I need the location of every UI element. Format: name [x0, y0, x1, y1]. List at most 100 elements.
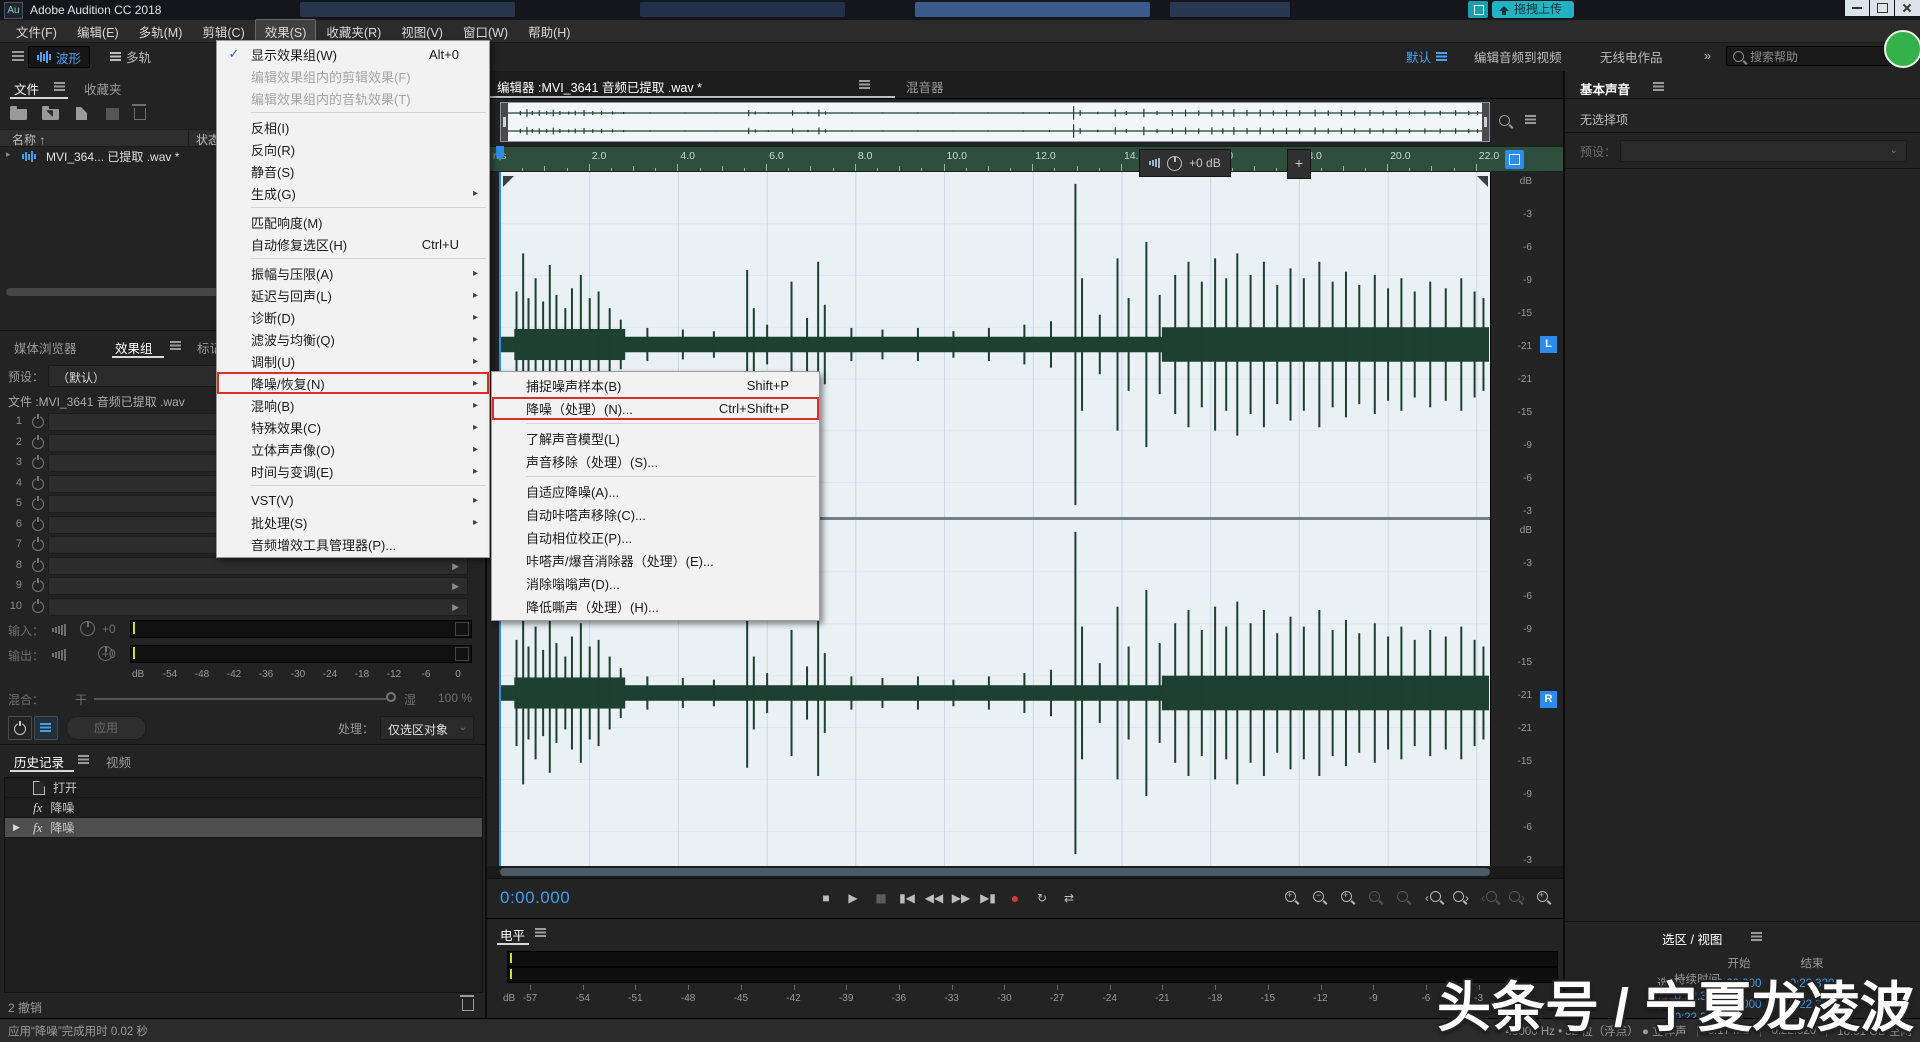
basic-sound-menu-icon[interactable] [1653, 82, 1664, 91]
timeline-ruler[interactable]: ms 2.04.06.08.010.012.014.016.018.020.02… [487, 146, 1563, 172]
workspace-edit-av-button[interactable]: 编辑音频到视频 [1466, 46, 1570, 66]
slot-menu-arrow-icon[interactable]: ▶ [452, 581, 459, 592]
files-panel-menu-icon[interactable] [54, 82, 65, 91]
menu-item[interactable]: 反向(R) [217, 138, 489, 160]
menu-item[interactable]: 静音(S) [217, 160, 489, 182]
rack-slot[interactable]: 9▶ [0, 576, 470, 596]
column-name[interactable]: 名称 ↑ [12, 131, 45, 148]
tab-selection-view[interactable]: 选区 / 视图 [1662, 929, 1722, 948]
skip-selection-button[interactable]: ⇄ [1057, 887, 1081, 909]
drag-upload-button[interactable]: 拖拽上传 [1492, 1, 1574, 18]
workspace-radio-button[interactable]: 无线电作品 [1592, 46, 1671, 66]
record-button[interactable]: ● [1003, 887, 1027, 909]
history-entry[interactable]: ▶fx降噪 [5, 818, 482, 838]
zoom-in-left-edge-icon[interactable]: ‹ [1425, 891, 1441, 905]
channel-right-badge[interactable]: R [1540, 691, 1557, 708]
fade-out-handle[interactable] [1477, 176, 1488, 187]
menu-item[interactable]: 降低嘶声（处理）(H)... [492, 595, 819, 618]
skip-to-start-button[interactable]: ▮◀ [895, 887, 919, 909]
zoom-out-time-icon[interactable] [1369, 891, 1380, 905]
hud-move-handle[interactable]: + [1287, 149, 1311, 179]
effects-rack-menu-icon[interactable] [170, 341, 181, 350]
menu-item[interactable]: 批处理(S)▸ [217, 511, 489, 533]
zoom-sel-right-icon[interactable]: › [1509, 891, 1525, 905]
mix-slider-knob[interactable] [386, 692, 396, 702]
zoom-sel-left-icon[interactable]: ‹ [1481, 891, 1497, 905]
menu-item[interactable]: 调制(U)▸ [217, 350, 489, 372]
tab-favorites[interactable]: 收藏夹 [84, 79, 122, 98]
slot-power-icon[interactable] [32, 519, 44, 531]
rewind-button[interactable]: ◀◀ [922, 887, 946, 909]
zoom-reset-icon[interactable] [1397, 891, 1408, 905]
menu-item[interactable]: ✓显示效果组(W)Alt+0 [217, 43, 489, 65]
recorder-badge-icon[interactable] [1884, 30, 1920, 68]
zoom-in-time-icon[interactable] [1341, 891, 1352, 905]
stop-button[interactable]: ■ [814, 887, 838, 909]
new-file-icon[interactable] [76, 107, 87, 123]
input-gain-knob[interactable] [80, 621, 95, 636]
overview-right-handle[interactable] [1482, 103, 1489, 141]
menu-item[interactable]: 混响(B)▸ [217, 394, 489, 416]
slot-power-icon[interactable] [32, 416, 44, 428]
waveform-view-button[interactable]: 波形 [28, 46, 90, 68]
hud-gain-knob[interactable] [1167, 156, 1182, 171]
menu-item[interactable]: 延迟与回声(L)▸ [217, 284, 489, 306]
upload-tool-icon[interactable] [1468, 1, 1488, 18]
menu-item[interactable]: 振幅与压限(A)▸ [217, 262, 489, 284]
menu-item[interactable]: 音频增效工具管理器(P)... [217, 533, 489, 555]
menu-item[interactable]: 了解声音模型(L) [492, 427, 819, 450]
search-help-input[interactable]: 搜索帮助 [1726, 46, 1908, 66]
menu-item[interactable]: 自动咔嗒声移除(C)... [492, 503, 819, 526]
slot-power-icon[interactable] [32, 478, 44, 490]
tab-mixer[interactable]: 混音器 [906, 77, 944, 96]
workspace-overflow-button[interactable]: » [1696, 46, 1719, 66]
slot-power-icon[interactable] [32, 539, 44, 551]
tab-basic-sound[interactable]: 基本声音 [1580, 79, 1630, 98]
zoom-out-icon[interactable] [1313, 891, 1324, 905]
menu-item[interactable]: 自动相位校正(P)... [492, 526, 819, 549]
process-select[interactable]: 仅选区对象 ⌄ [380, 716, 474, 740]
zoom-selection-icon[interactable] [1537, 891, 1548, 905]
fast-forward-button[interactable]: ▶▶ [949, 887, 973, 909]
menu-item[interactable]: 生成(G)▸ [217, 182, 489, 204]
rack-slot[interactable]: 10▶ [0, 597, 470, 617]
scroll-lock-icon[interactable] [1505, 150, 1524, 169]
minimize-button[interactable] [1845, 0, 1869, 16]
history-entry[interactable]: fx降噪 [5, 798, 482, 818]
slot-power-icon[interactable] [32, 601, 44, 613]
menubar-item[interactable]: 多轨(M) [129, 19, 193, 44]
menu-item[interactable]: 滤波与均衡(Q)▸ [217, 328, 489, 350]
slot-menu-arrow-icon[interactable]: ▶ [452, 602, 459, 613]
menu-item[interactable]: 诊断(D)▸ [217, 306, 489, 328]
tab-history[interactable]: 历史记录 [14, 752, 64, 771]
multitrack-view-button[interactable]: 多轨 [102, 46, 159, 66]
menu-item[interactable]: 自动修复选区(H)Ctrl+U [217, 233, 489, 255]
pause-button[interactable]: ▮▮ [868, 887, 892, 909]
menubar-item[interactable]: 文件(F) [6, 19, 67, 44]
history-entry[interactable]: 打开 [5, 778, 482, 798]
skip-to-end-button[interactable]: ▶▮ [976, 887, 1000, 909]
workspace-default-button[interactable]: 默认 [1398, 46, 1455, 66]
overview-zoom-icon[interactable] [1499, 115, 1510, 126]
slot-power-icon[interactable] [32, 580, 44, 592]
slot-power-icon[interactable] [32, 560, 44, 572]
gain-hud[interactable]: +0 dB [1139, 149, 1231, 177]
history-menu-icon[interactable] [78, 755, 89, 764]
menu-item[interactable]: 反相(I) [217, 116, 489, 138]
zoom-overview-strip[interactable] [500, 102, 1490, 142]
selview-menu-icon[interactable] [1751, 932, 1762, 941]
menu-item[interactable]: 特殊效果(C)▸ [217, 416, 489, 438]
menubar-item[interactable]: 编辑(E) [67, 19, 129, 44]
tab-media-browser[interactable]: 媒体浏览器 [14, 338, 77, 357]
menu-item[interactable]: 时间与变调(E)▸ [217, 460, 489, 482]
history-trash-icon[interactable] [462, 999, 474, 1014]
menu-item[interactable]: VST(V)▸ [217, 489, 489, 511]
slot-power-icon[interactable] [32, 457, 44, 469]
maximize-button[interactable] [1870, 0, 1894, 16]
menubar-item[interactable]: 帮助(H) [518, 19, 580, 44]
import-file-icon[interactable]: ◥ [42, 109, 59, 123]
levels-menu-icon[interactable] [535, 928, 546, 937]
slot-power-icon[interactable] [32, 437, 44, 449]
editor-panel-menu-icon[interactable] [859, 80, 870, 89]
slot-power-icon[interactable] [32, 498, 44, 510]
